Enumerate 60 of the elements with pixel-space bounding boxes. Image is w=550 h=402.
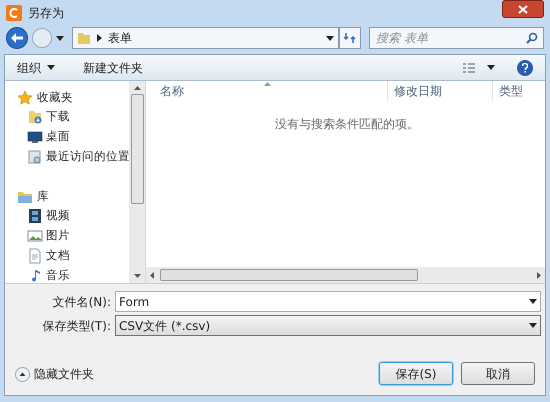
dialog-button[interactable]: 取消 [461,362,535,385]
vertical-scrollbar[interactable] [129,81,146,283]
nav-item[interactable]: 下载 [17,107,129,127]
file-name-field[interactable]: Form [115,291,541,312]
horizontal-scrollbar[interactable] [146,267,545,283]
refresh-icon [343,32,357,44]
folder-download-icon [27,109,43,125]
view-button[interactable] [463,62,495,72]
dropdown-caret-icon [529,323,537,328]
history-caret-icon [56,36,64,40]
left-arrow-icon [11,33,23,43]
column-header[interactable]: 类型 [493,81,545,101]
nav-group[interactable]: 库 [17,187,129,206]
question-mark-icon [522,62,528,72]
address-caret-icon [326,36,334,40]
dropdown-caret-icon [529,299,537,304]
scrollbar-thumb[interactable] [130,94,144,204]
field-label: 文件名(N): [52,294,112,310]
scroll-up-icon [134,86,140,90]
nav-item[interactable]: 文档 [17,246,129,266]
field-label: 保存类型(T): [41,318,112,334]
help-button[interactable] [517,60,533,76]
empty-message: 没有与搜索条件匹配的项。 [275,117,419,131]
scrollbar-thumb[interactable] [160,269,418,281]
view-list-icon [463,62,475,72]
new-folder-button[interactable]: 新建文件夹 [83,58,143,76]
file-type-dropdown[interactable]: CSV文件 (*.csv) [115,315,541,336]
document-icon [27,248,43,264]
sort-arrow-icon [264,82,271,86]
address-bar[interactable]: 表单 [72,27,339,49]
dropdown-caret-icon [487,65,495,70]
hide-folders-button[interactable]: 隐藏文件夹 [15,365,94,383]
picture-icon [27,228,43,244]
nav-item[interactable]: 图片 [17,226,129,246]
nav-group[interactable]: 收藏夹 [17,88,129,107]
close-button[interactable] [502,0,544,18]
dropdown-caret-icon [47,65,55,70]
scroll-right-icon [537,272,541,278]
close-icon [518,4,528,14]
nav-item[interactable]: 音乐 [17,266,129,283]
film-icon [27,208,43,224]
star-icon [17,90,33,106]
nav-item[interactable]: 视频 [17,206,129,226]
nav-item[interactable]: 桌面 [17,127,129,147]
scroll-down-icon [134,274,140,278]
refresh-button[interactable] [339,27,361,49]
window-title: 另存为 [28,5,64,22]
breadcrumb-arrow-icon [97,34,102,42]
column-header[interactable]: 修改日期 [388,81,493,101]
collapse-icon [15,366,30,382]
dialog-button[interactable]: 保存(S) [379,362,453,385]
monitor-icon [27,129,43,145]
search-field[interactable]: 搜索 表单 [369,27,544,49]
organize-button[interactable]: 组织 [17,58,55,76]
folder-icon [77,31,91,45]
address-path: 表单 [108,30,132,47]
app-logo-icon [6,5,22,21]
search-icon [526,32,538,44]
back-button[interactable] [6,27,28,49]
scroll-left-icon [150,272,154,278]
